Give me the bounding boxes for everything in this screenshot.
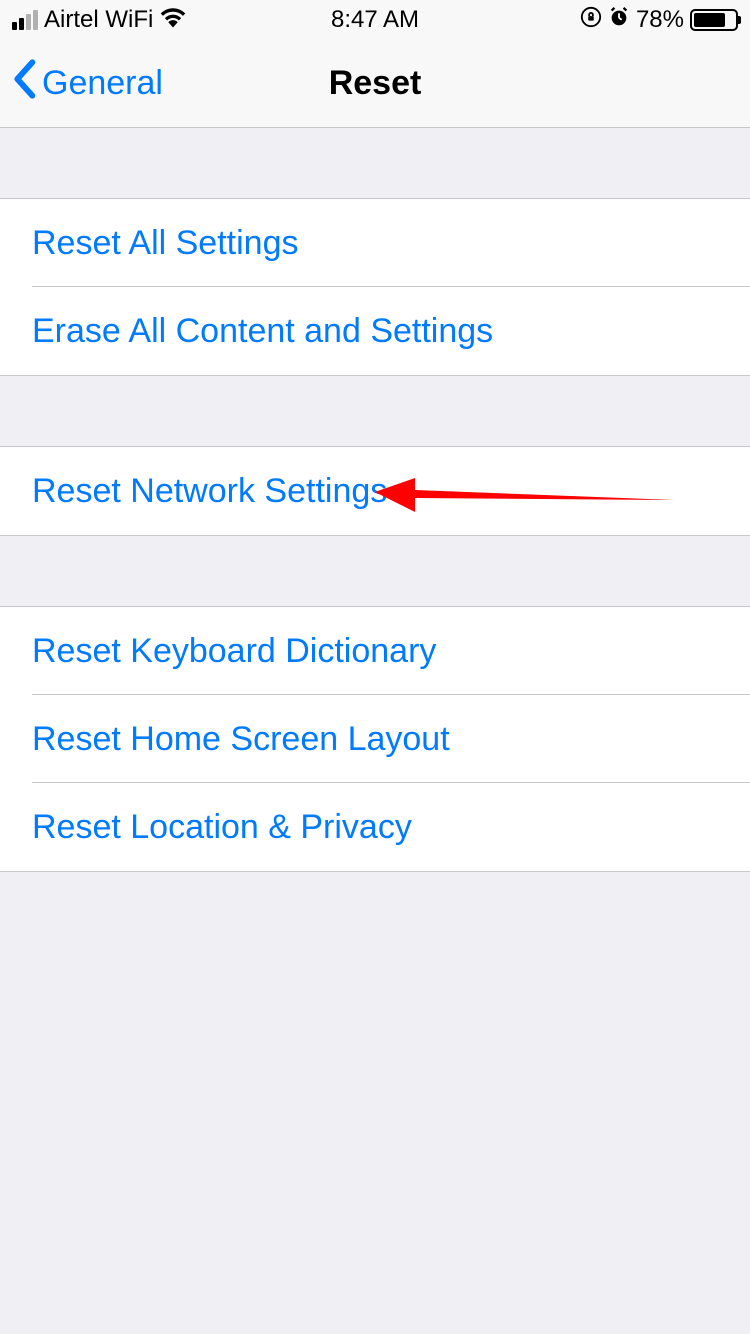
back-label: General: [42, 64, 163, 103]
back-button[interactable]: General: [0, 59, 163, 108]
row-label: Reset Location & Privacy: [32, 808, 412, 847]
row-label: Reset Home Screen Layout: [32, 720, 450, 759]
chevron-left-icon: [12, 59, 36, 108]
rotation-lock-icon: [580, 6, 602, 34]
alarm-icon: [608, 6, 630, 34]
section-gap: [0, 376, 750, 446]
wifi-icon: [159, 6, 187, 35]
reset-location-privacy-row[interactable]: Reset Location & Privacy: [0, 783, 750, 871]
section-1: Reset All Settings Erase All Content and…: [0, 198, 750, 376]
battery-percentage: 78%: [636, 6, 684, 34]
reset-all-settings-row[interactable]: Reset All Settings: [0, 199, 750, 287]
row-label: Reset All Settings: [32, 224, 298, 263]
reset-network-settings-row[interactable]: Reset Network Settings: [0, 447, 750, 535]
section-2: Reset Network Settings: [0, 446, 750, 536]
carrier-label: Airtel WiFi: [44, 6, 153, 34]
status-left: Airtel WiFi: [12, 6, 187, 35]
section-gap: [0, 128, 750, 198]
row-label: Reset Network Settings: [32, 472, 387, 511]
reset-home-screen-layout-row[interactable]: Reset Home Screen Layout: [0, 695, 750, 783]
status-time: 8:47 AM: [331, 6, 419, 34]
nav-bar: General Reset: [0, 40, 750, 128]
section-3: Reset Keyboard Dictionary Reset Home Scr…: [0, 606, 750, 872]
row-label: Erase All Content and Settings: [32, 312, 493, 351]
page-title: Reset: [329, 64, 422, 103]
row-label: Reset Keyboard Dictionary: [32, 632, 436, 671]
signal-bars-icon: [12, 10, 38, 30]
section-gap: [0, 536, 750, 606]
status-bar: Airtel WiFi 8:47 AM: [0, 0, 750, 40]
battery-icon: [690, 9, 738, 31]
reset-keyboard-dictionary-row[interactable]: Reset Keyboard Dictionary: [0, 607, 750, 695]
erase-all-content-row[interactable]: Erase All Content and Settings: [0, 287, 750, 375]
status-right: 78%: [580, 6, 738, 34]
